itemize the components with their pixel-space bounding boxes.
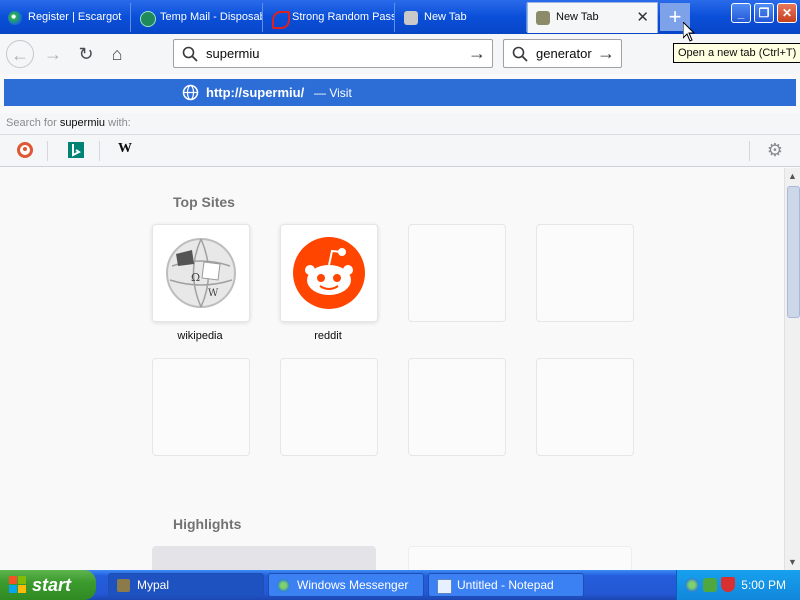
wikipedia-globe-icon: Ω W bbox=[166, 238, 236, 308]
search-icon bbox=[182, 46, 198, 62]
divider bbox=[99, 141, 100, 161]
highlights-heading: Highlights bbox=[173, 516, 242, 532]
home-button[interactable]: ⌂ bbox=[103, 40, 131, 68]
taskbar-item-label: Mypal bbox=[137, 578, 170, 592]
top-site-tile-empty[interactable] bbox=[280, 358, 378, 456]
scroll-down-icon[interactable]: ▼ bbox=[785, 554, 800, 570]
taskbar-item-label: Untitled - Notepad bbox=[457, 578, 554, 592]
svg-text:Ω: Ω bbox=[191, 271, 200, 284]
wikipedia-icon[interactable]: W bbox=[115, 141, 135, 161]
url-suggestion-row[interactable]: http://supermiu/ — Visit bbox=[4, 79, 796, 106]
search-for-suffix: with: bbox=[105, 117, 131, 129]
top-site-tile-empty[interactable] bbox=[408, 358, 506, 456]
escargot-icon bbox=[8, 11, 22, 25]
taskbar: start Mypal Windows Messenger Untitled -… bbox=[0, 570, 800, 600]
tab-label: Register | Escargot bbox=[28, 11, 122, 23]
tempmail-icon bbox=[140, 11, 156, 27]
top-site-label: reddit bbox=[314, 330, 342, 342]
mypal-icon bbox=[536, 11, 550, 25]
new-tab-page: Top Sites Ω W wikipedia reddit Highlight… bbox=[0, 168, 784, 570]
search-go-arrow-icon[interactable]: → bbox=[597, 43, 615, 64]
top-site-label: wikipedia bbox=[177, 330, 223, 342]
globe-icon bbox=[182, 84, 199, 101]
top-site-tile-empty[interactable] bbox=[152, 358, 250, 456]
top-site-tile-empty[interactable] bbox=[536, 358, 634, 456]
go-arrow-icon[interactable]: → bbox=[468, 43, 486, 64]
divider bbox=[749, 141, 750, 161]
search-for-prefix: Search for bbox=[6, 117, 60, 129]
scrollbar-thumb[interactable] bbox=[787, 186, 800, 318]
tab-label: Strong Random Password bbox=[292, 11, 395, 23]
suggestion-action: — Visit bbox=[314, 86, 352, 100]
bing-icon[interactable] bbox=[66, 141, 86, 161]
plus-icon: + bbox=[668, 4, 682, 29]
notepad-icon bbox=[437, 579, 452, 594]
forward-button[interactable]: → bbox=[39, 40, 67, 68]
mypal-icon bbox=[404, 11, 418, 25]
system-tray: 5:00 PM bbox=[676, 570, 800, 600]
search-for-label: Search for supermiu with: bbox=[0, 113, 800, 135]
suggestion-url: http://supermiu/ bbox=[206, 85, 305, 100]
tab-label: New Tab bbox=[556, 11, 599, 23]
start-label: start bbox=[32, 575, 72, 595]
close-tab-icon[interactable]: ✕ bbox=[636, 3, 649, 32]
close-window-button[interactable]: ✕ bbox=[777, 3, 797, 23]
search-input[interactable]: generator bbox=[536, 46, 592, 61]
tab-strong-random-password[interactable]: Strong Random Password bbox=[264, 3, 395, 32]
gear-icon[interactable]: ⚙ bbox=[765, 141, 785, 161]
messenger-icon bbox=[277, 579, 290, 592]
tab-temp-mail[interactable]: Temp Mail - Disposable bbox=[132, 3, 263, 32]
password-icon bbox=[272, 11, 290, 29]
taskbar-item-label: Windows Messenger bbox=[297, 578, 409, 592]
reload-button[interactable]: ↻ bbox=[72, 40, 100, 68]
security-shield-icon[interactable] bbox=[721, 577, 735, 592]
taskbar-item-notepad[interactable]: Untitled - Notepad bbox=[428, 573, 584, 597]
network-tray-icon[interactable] bbox=[703, 578, 717, 592]
restore-button[interactable]: ❐ bbox=[754, 3, 774, 23]
url-bar[interactable]: supermiu → bbox=[173, 39, 493, 68]
tab-new-tab[interactable]: New Tab bbox=[396, 3, 527, 32]
taskbar-item-windows-messenger[interactable]: Windows Messenger bbox=[268, 573, 424, 597]
search-engine-bar: W ⚙ bbox=[0, 135, 800, 167]
vertical-scrollbar[interactable]: ▲ ▼ bbox=[784, 168, 800, 570]
reddit-icon bbox=[293, 237, 365, 309]
messenger-tray-icon[interactable] bbox=[685, 578, 699, 592]
search-icon bbox=[512, 46, 528, 62]
divider bbox=[47, 141, 48, 161]
tab-new-tab-active[interactable]: New Tab ✕ bbox=[527, 2, 658, 33]
tab-label: New Tab bbox=[424, 11, 467, 23]
top-site-tile-wikipedia[interactable]: Ω W bbox=[152, 224, 250, 322]
top-sites-heading: Top Sites bbox=[173, 194, 235, 210]
highlight-card[interactable] bbox=[152, 546, 376, 570]
taskbar-item-mypal[interactable]: Mypal bbox=[108, 573, 264, 597]
svg-text:W: W bbox=[208, 288, 219, 299]
highlight-card[interactable] bbox=[408, 546, 632, 570]
search-bar[interactable]: generator → bbox=[503, 39, 622, 68]
duckduckgo-icon[interactable] bbox=[15, 141, 35, 161]
search-for-term: supermiu bbox=[59, 117, 106, 129]
home-icon: ⌂ bbox=[111, 44, 123, 64]
windows-logo-icon bbox=[9, 576, 26, 593]
mouse-cursor-icon bbox=[683, 22, 695, 42]
new-tab-tooltip: Open a new tab (Ctrl+T) bbox=[673, 43, 800, 63]
tab-bar: Register | Escargot Temp Mail - Disposab… bbox=[0, 0, 800, 34]
back-arrow-icon: ← bbox=[11, 45, 29, 65]
reload-icon: ↻ bbox=[78, 44, 94, 64]
top-site-tile-empty[interactable] bbox=[536, 224, 634, 322]
tab-label: Temp Mail - Disposable bbox=[160, 11, 263, 23]
top-site-tile-empty[interactable] bbox=[408, 224, 506, 322]
back-button[interactable]: ← bbox=[6, 40, 34, 68]
scroll-up-icon[interactable]: ▲ bbox=[785, 168, 800, 184]
clock: 5:00 PM bbox=[741, 578, 786, 592]
minimize-button[interactable]: _ bbox=[731, 3, 751, 23]
mypal-icon bbox=[117, 579, 130, 592]
top-site-tile-reddit[interactable] bbox=[280, 224, 378, 322]
url-input[interactable]: supermiu bbox=[206, 46, 259, 61]
forward-arrow-icon: → bbox=[44, 44, 62, 64]
tab-register-escargot[interactable]: Register | Escargot bbox=[0, 3, 131, 32]
start-button[interactable]: start bbox=[0, 570, 96, 600]
